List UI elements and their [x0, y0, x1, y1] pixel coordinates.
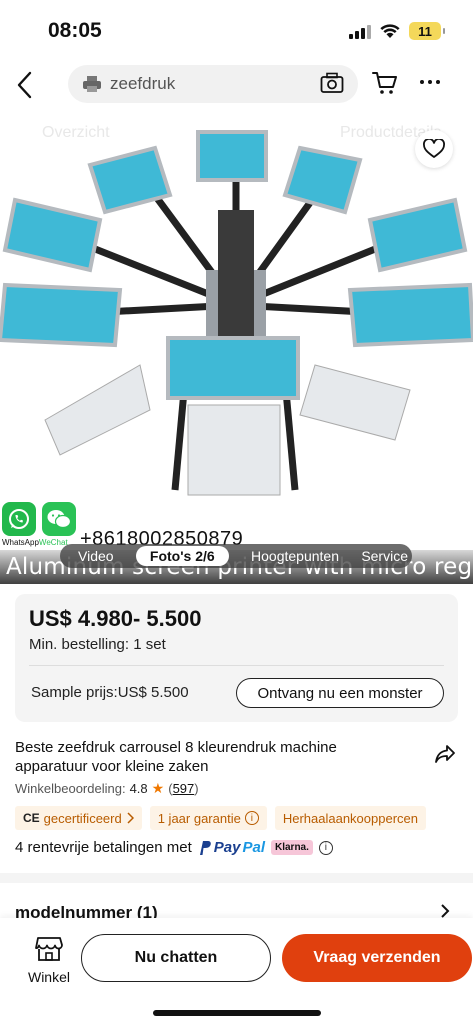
tag-warranty-label: 1 jaar garantie: [157, 810, 241, 826]
price-card: US$ 4.980- 5.500 Min. bestelling: 1 set …: [15, 594, 458, 722]
paypal-pal: Pal: [242, 839, 265, 856]
wechat-icon: [42, 502, 76, 536]
share-button[interactable]: [434, 744, 456, 769]
favorite-button[interactable]: [415, 130, 453, 168]
home-indicator: [153, 1010, 321, 1016]
store-label: Winkel: [27, 969, 70, 985]
more-dot: [428, 80, 432, 84]
store-icon: [35, 937, 63, 961]
chat-badges-caption: WhatsAppWeChat: [2, 538, 68, 547]
share-icon: [435, 745, 455, 763]
paypal-logo: Pay Pal: [198, 839, 265, 856]
price-range: US$ 4.980- 5.500: [29, 606, 202, 631]
chevron-right-icon: [127, 812, 134, 824]
chevron-left-icon: [17, 71, 32, 99]
cart-icon: [372, 72, 397, 94]
bottom-action-bar: Winkel Nu chatten Vraag verzenden: [0, 918, 473, 1024]
whatsapp-icon: [2, 502, 36, 536]
tag-certified[interactable]: CE gecertificeerd: [15, 806, 142, 830]
media-tab-highlights[interactable]: Hoogtepunten: [251, 548, 339, 564]
payment-row: 4 rentevrije betalingen met Pay Pal Klarn…: [15, 839, 333, 856]
payment-text: 4 rentevrije betalingen met: [15, 839, 192, 856]
section-separator: [0, 873, 473, 883]
wechat-caption: WeChat: [38, 538, 68, 547]
rating-count[interactable]: 597: [173, 781, 195, 796]
search-text: zeefdruk: [110, 74, 176, 93]
back-button[interactable]: [10, 68, 38, 102]
info-icon: i: [244, 811, 259, 825]
status-bar: 08:05 11: [0, 0, 473, 60]
store-button[interactable]: Winkel: [24, 936, 74, 985]
ce-mark-icon: CE: [23, 811, 40, 825]
store-rating: Winkelbeoordeling: 4.8 ★ (597): [15, 780, 199, 797]
media-tab-video[interactable]: Video: [78, 548, 114, 564]
min-order: Min. bestelling: 1 set: [29, 636, 166, 653]
get-sample-button[interactable]: Ontvang nu een monster: [236, 678, 444, 708]
cart-button[interactable]: [372, 70, 398, 101]
klarna-logo: Klarna.: [271, 840, 313, 855]
heart-icon: [423, 139, 445, 158]
media-tabs: Video Foto's 2/6 Hoogtepunten Service: [60, 544, 412, 568]
chat-now-button[interactable]: Nu chatten: [81, 934, 271, 982]
sample-price: Sample prijs:US$ 5.500: [31, 684, 189, 701]
camera-icon: [320, 72, 344, 93]
whatsapp-caption: WhatsApp: [2, 538, 39, 547]
paypal-pay: Pay: [213, 839, 241, 856]
tag-repeat-purchase[interactable]: Herhaalaankooppercen: [274, 806, 426, 830]
media-tab-photos[interactable]: Foto's 2/6: [135, 546, 229, 566]
tag-certified-label: gecertificeerd: [43, 810, 122, 826]
rating-count-wrap[interactable]: (597): [168, 781, 198, 796]
search-input[interactable]: zeefdruk: [68, 65, 358, 103]
more-dot: [420, 80, 424, 84]
payment-info-icon[interactable]: i: [318, 840, 333, 855]
product-gallery[interactable]: Overzicht Productdetails Aluminum reg Wh…: [0, 110, 473, 585]
media-tab-service[interactable]: Service: [361, 548, 408, 564]
tag-repeat-label: Herhaalaankooppercen: [282, 810, 418, 826]
printer-icon: [83, 76, 101, 92]
product-photo: [0, 130, 473, 496]
rating-label: Winkelbeoordeling:: [15, 781, 126, 796]
star-icon: ★: [151, 780, 165, 796]
divider: [29, 665, 444, 666]
rating-value: 4.8: [129, 781, 148, 796]
nav-bar: zeefdruk: [0, 60, 473, 110]
paypal-icon: [199, 840, 211, 855]
status-time: 08:05: [48, 19, 102, 42]
status-icons: 11: [349, 22, 445, 40]
image-search-button[interactable]: [320, 72, 344, 99]
send-inquiry-button[interactable]: Vraag verzenden: [282, 934, 472, 982]
more-button[interactable]: [420, 80, 440, 84]
more-dot: [436, 80, 440, 84]
wifi-icon: [380, 23, 400, 38]
battery-icon: 11: [409, 22, 445, 40]
signal-icon: [349, 23, 371, 39]
product-title: Beste zeefdruk carrousel 8 kleurendruk m…: [15, 739, 337, 775]
tag-warranty[interactable]: 1 jaar garantie i: [149, 806, 267, 830]
tags-row: CE gecertificeerd 1 jaar garantie i Herh…: [15, 806, 473, 830]
chat-badges: [2, 502, 76, 536]
